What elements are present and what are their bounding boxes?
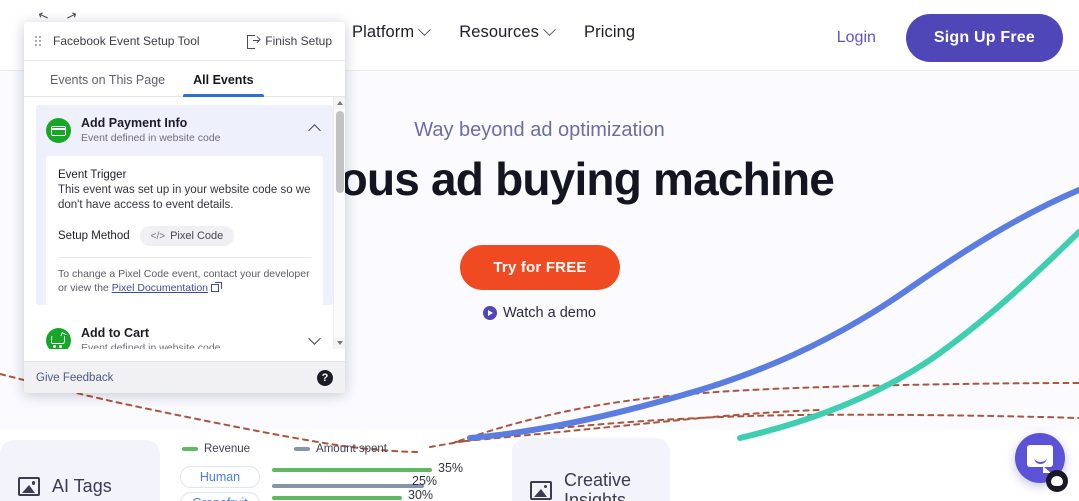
nav-item-platform-label: Platform bbox=[352, 23, 415, 41]
credit-card-icon bbox=[46, 118, 71, 143]
legend-item-amount-spent: Amount spent bbox=[294, 443, 387, 455]
nav-item-platform[interactable]: Platform bbox=[352, 23, 432, 42]
screen: Platform Resources Pricing Login Sign Up… bbox=[0, 0, 1079, 501]
tab-events-on-this-page[interactable]: Events on This Page bbox=[36, 73, 179, 96]
creative-insights-card-label: Creative Insights bbox=[530, 470, 650, 501]
detail-divider bbox=[58, 257, 311, 258]
event-item-add-payment-info: Add Payment Info Event defined in websit… bbox=[36, 105, 333, 305]
code-icon: </> bbox=[150, 230, 166, 242]
bar-value-revenue-human: 35% bbox=[438, 461, 464, 475]
drag-handle-icon[interactable] bbox=[35, 35, 44, 47]
tag-pill-human[interactable]: Human bbox=[180, 466, 260, 488]
bar-spent-human bbox=[272, 484, 424, 488]
shopping-cart-icon bbox=[46, 328, 71, 349]
chat-badge-icon bbox=[1046, 470, 1068, 492]
ai-tags-card-label: AI Tags bbox=[18, 476, 112, 497]
nav-links: Platform Resources Pricing bbox=[352, 23, 635, 42]
event-text-add-payment-info: Add Payment Info Event defined in websit… bbox=[81, 116, 310, 145]
chevron-down-icon[interactable] bbox=[308, 332, 321, 345]
creative-insights-text: Creative Insights bbox=[564, 470, 632, 501]
give-feedback-link[interactable]: Give Feedback bbox=[36, 372, 317, 384]
finish-setup-button[interactable]: Finish Setup bbox=[247, 34, 334, 49]
watch-demo-label: Watch a demo bbox=[503, 305, 596, 321]
setup-method-badge: </> Pixel Code bbox=[139, 226, 235, 246]
setup-method-row: Setup Method </> Pixel Code bbox=[58, 226, 311, 246]
pixel-documentation-link[interactable]: Pixel Documentation bbox=[112, 282, 208, 294]
panel-title: Facebook Event Setup Tool bbox=[53, 34, 200, 48]
tag-pill-grapefruit[interactable]: Grapefruit bbox=[180, 492, 260, 501]
bar-revenue-human bbox=[272, 468, 432, 472]
panel-header: Facebook Event Setup Tool Finish Setup bbox=[24, 22, 345, 61]
external-link-icon bbox=[211, 282, 223, 292]
event-subtitle-add-payment-info: Event defined in website code bbox=[81, 132, 221, 144]
nav-actions: Login Sign Up Free bbox=[825, 14, 1063, 62]
try-for-free-button[interactable]: Try for FREE bbox=[460, 245, 620, 290]
ai-tags-card[interactable]: AI Tags bbox=[0, 440, 160, 501]
scroll-up-arrow-icon[interactable] bbox=[334, 97, 345, 109]
event-detail-footer: To change a Pixel Code event, contact yo… bbox=[58, 267, 311, 295]
legend-swatch-revenue bbox=[182, 446, 198, 451]
legend-item-revenue: Revenue bbox=[182, 443, 250, 455]
nav-item-resources[interactable]: Resources bbox=[459, 23, 556, 42]
event-subtitle-add-to-cart: Event defined in website code bbox=[81, 342, 221, 349]
bar-value-spent-human: 25% bbox=[412, 474, 438, 488]
nav-item-pricing[interactable]: Pricing bbox=[584, 23, 635, 42]
bar-value-revenue-grapefruit: 30% bbox=[408, 488, 434, 501]
nav-item-pricing-label: Pricing bbox=[584, 23, 636, 41]
bar-revenue-grapefruit bbox=[272, 496, 402, 500]
events-scrollbar[interactable] bbox=[333, 97, 345, 349]
legend-swatch-amount-spent bbox=[294, 446, 311, 451]
event-trigger-label: Event Trigger bbox=[58, 169, 127, 181]
image-icon bbox=[530, 480, 552, 500]
event-name-add-payment-info: Add Payment Info bbox=[81, 116, 188, 130]
signup-free-button[interactable]: Sign Up Free bbox=[905, 14, 1063, 62]
creative-insights-card[interactable]: Creative Insights bbox=[512, 438, 670, 501]
nav-item-resources-label: Resources bbox=[459, 23, 540, 41]
login-link[interactable]: Login bbox=[825, 29, 888, 47]
event-header-add-payment-info[interactable]: Add Payment Info Event defined in websit… bbox=[36, 105, 333, 156]
facebook-event-setup-tool-panel: Facebook Event Setup Tool Finish Setup E… bbox=[24, 22, 345, 393]
scrollbar-thumb[interactable] bbox=[336, 111, 344, 193]
chevron-up-icon[interactable] bbox=[308, 124, 321, 137]
event-trigger-body: This event was set up in your website co… bbox=[58, 184, 311, 211]
play-icon bbox=[483, 306, 498, 320]
event-text-add-to-cart: Add to Cart Event defined in website cod… bbox=[81, 326, 310, 349]
help-icon[interactable]: ? bbox=[317, 369, 333, 386]
scroll-down-arrow-icon[interactable] bbox=[334, 337, 345, 349]
event-detail-add-payment-info: Event Trigger This event was set up in y… bbox=[46, 156, 323, 305]
ai-tags-text: AI Tags bbox=[52, 476, 112, 496]
finish-setup-label: Finish Setup bbox=[265, 34, 332, 48]
legend-label-revenue: Revenue bbox=[204, 443, 251, 455]
event-header-add-to-cart[interactable]: Add to Cart Event defined in website cod… bbox=[36, 315, 333, 349]
panel-footer: Give Feedback ? bbox=[24, 361, 345, 393]
panel-tabs: Events on This Page All Events bbox=[24, 61, 345, 97]
chevron-down-icon bbox=[418, 23, 432, 37]
tab-all-events[interactable]: All Events bbox=[179, 73, 267, 97]
event-name-add-to-cart: Add to Cart bbox=[81, 326, 150, 340]
image-icon bbox=[18, 477, 40, 496]
legend-label-amount-spent: Amount spent bbox=[316, 443, 388, 455]
chart-legend: Revenue Amount spent bbox=[182, 443, 387, 455]
setup-method-value: Pixel Code bbox=[170, 230, 224, 242]
event-item-add-to-cart: Add to Cart Event defined in website cod… bbox=[36, 315, 333, 349]
events-list: Add Payment Info Event defined in websit… bbox=[24, 97, 345, 349]
setup-method-label: Setup Method bbox=[58, 230, 130, 242]
chevron-down-icon bbox=[543, 23, 556, 37]
exit-arrow-icon bbox=[247, 35, 261, 49]
